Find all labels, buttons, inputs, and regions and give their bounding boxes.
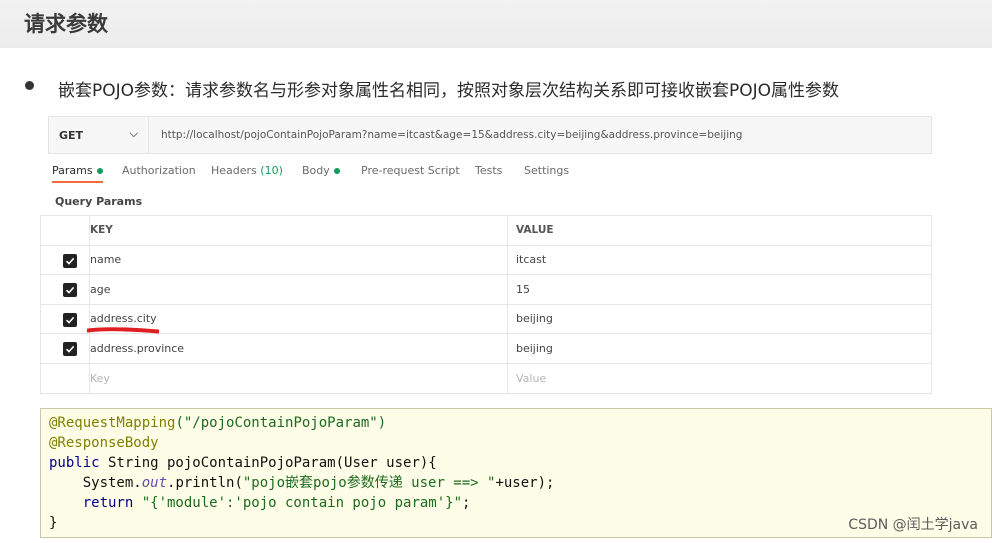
status-dot [333, 168, 340, 174]
param-value[interactable]: beijing [507, 304, 931, 333]
code-text: ; [462, 495, 471, 511]
code-keyword: public [49, 455, 100, 471]
code-line: return "{'module':'pojo contain pojo par… [49, 493, 471, 513]
query-params-table: KEY VALUE name itcast age 15 address.cit… [40, 215, 932, 394]
red-underline-annotation [87, 327, 159, 334]
code-text: +user); [495, 475, 555, 491]
table-row: name itcast [41, 245, 931, 275]
tab-settings[interactable]: Settings [524, 164, 569, 177]
param-value[interactable]: beijing [507, 334, 931, 363]
checkbox-column [41, 216, 81, 245]
status-dot [96, 168, 103, 174]
table-header-row: KEY VALUE [41, 216, 931, 246]
value-header: VALUE [507, 216, 931, 245]
tab-tests[interactable]: Tests [475, 164, 502, 177]
method-label: GET [59, 128, 84, 142]
key-header: KEY [89, 216, 507, 245]
tab-label: Headers [211, 164, 257, 177]
param-key[interactable]: name [89, 245, 507, 274]
code-string: ("/pojoContainPojoParam") [175, 415, 387, 431]
code-annotation: @RequestMapping [49, 415, 176, 431]
postman-request-panel: GET ⌵ http://localhost/pojoContainPojoPa… [40, 112, 932, 394]
row-checkbox[interactable] [63, 342, 77, 356]
code-text: String pojoContainPojoParam(User user){ [99, 455, 437, 471]
checkbox-cell [41, 275, 81, 304]
table-row: address.province beijing [41, 334, 931, 364]
code-line: public String pojoContainPojoParam(User … [49, 453, 437, 473]
url-bar: GET ⌵ http://localhost/pojoContainPojoPa… [48, 116, 932, 154]
new-key-input[interactable]: Key [89, 363, 507, 393]
checkbox-cell [41, 334, 81, 363]
code-line: } [49, 513, 57, 533]
code-string: "{'module':'pojo contain pojo param'}" [141, 495, 463, 511]
chevron-down-icon: ⌵ [129, 127, 138, 140]
page-title: 请求参数 [24, 12, 108, 36]
code-line: @ResponseBody [49, 433, 159, 453]
check-icon [65, 257, 75, 265]
checkbox-cell [41, 364, 81, 394]
url-input[interactable]: http://localhost/pojoContainPojoParam?na… [161, 117, 742, 153]
row-checkbox[interactable] [63, 253, 77, 268]
table-row-empty: Key Value [41, 363, 931, 394]
tab-params[interactable]: Params [52, 164, 103, 183]
tab-headers[interactable]: Headers (10) [211, 164, 283, 177]
table-row: age 15 [41, 275, 931, 305]
row-checkbox[interactable] [63, 312, 77, 327]
tab-authorization[interactable]: Authorization [122, 164, 196, 177]
tab-label: Body [302, 164, 330, 177]
code-annotation: @ResponseBody [49, 435, 159, 451]
param-key[interactable]: age [89, 275, 507, 304]
code-string: "pojo嵌套pojo参数传递 user ==> " [242, 475, 496, 491]
param-value[interactable]: 15 [507, 275, 931, 304]
bullet-dot [25, 81, 34, 90]
table-row: address.city beijing [41, 304, 931, 334]
tab-pre-request-script[interactable]: Pre-request Script [361, 164, 460, 177]
param-key[interactable]: address.province [89, 334, 507, 363]
check-icon [65, 345, 75, 353]
check-icon [65, 316, 75, 324]
code-field: out [141, 475, 168, 491]
new-value-input[interactable]: Value [507, 363, 931, 393]
param-value[interactable]: itcast [507, 245, 931, 274]
code-text: System. [49, 475, 142, 491]
code-line: @RequestMapping("/pojoContainPojoParam") [49, 413, 386, 433]
query-params-label: Query Params [55, 195, 143, 208]
watermark: CSDN @闰土学java [848, 517, 978, 533]
tab-label: Params [52, 164, 93, 177]
check-icon [65, 286, 75, 294]
header-band [0, 0, 992, 48]
code-line: System.out.println("pojo嵌套pojo参数传递 user … [49, 473, 555, 493]
method-select[interactable]: GET ⌵ [49, 117, 149, 153]
row-checkbox[interactable] [63, 283, 77, 297]
headers-count: (10) [260, 164, 283, 177]
tab-body[interactable]: Body [302, 164, 340, 177]
code-keyword: return [49, 495, 142, 511]
key-header-text: KEY [90, 224, 113, 237]
checkbox-cell [41, 246, 81, 275]
code-text: } [49, 515, 58, 531]
checkbox-cell [41, 305, 81, 334]
bullet-text: 嵌套POJO参数：请求参数名与形参对象属性名相同，按照对象层次结构关系即可接收嵌… [58, 81, 840, 101]
code-text: .println( [167, 475, 243, 491]
